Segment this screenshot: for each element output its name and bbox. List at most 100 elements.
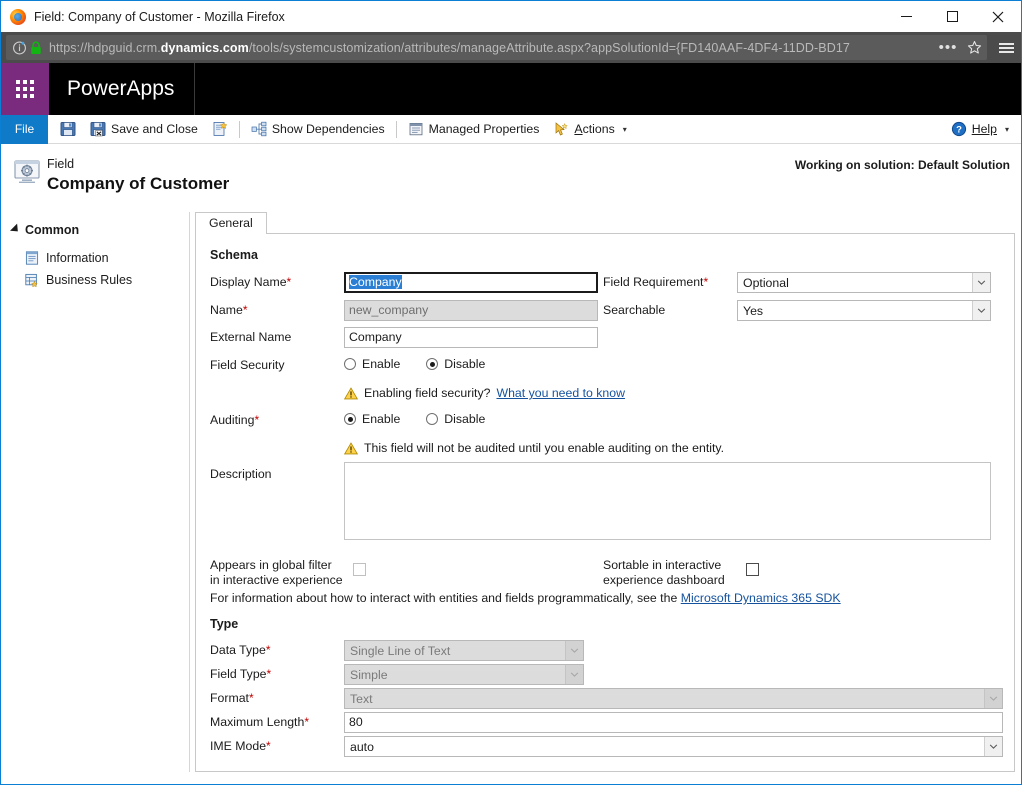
chevron-down-icon[interactable] [972, 301, 990, 320]
field-requirement-value: Optional [743, 275, 789, 290]
managed-properties-button[interactable]: Managed Properties [401, 115, 547, 144]
description-textarea[interactable] [344, 462, 991, 540]
file-tab[interactable]: File [1, 114, 48, 144]
field-security-warning: Enabling field security? What you need t… [344, 386, 625, 400]
chevron-down-icon[interactable] [984, 737, 1002, 756]
page-info-icon[interactable] [12, 40, 27, 55]
warning-icon [344, 386, 358, 399]
sidebar-item-business-rules[interactable]: Business Rules [24, 272, 132, 288]
browser-menu-button[interactable] [991, 35, 1021, 61]
powerapps-header: PowerApps [1, 63, 1021, 115]
bookmark-star-icon[interactable] [961, 35, 987, 61]
waffle-icon [16, 80, 34, 98]
maximum-length-value: 80 [349, 715, 363, 729]
new-field-button[interactable] [205, 115, 235, 144]
sidebar-item-information[interactable]: Information [24, 250, 109, 266]
window-title: Field: Company of Customer - Mozilla Fir… [34, 9, 285, 24]
required-star: * [248, 691, 254, 705]
url-text[interactable]: https://hdpguid.crm.dynamics.com/tools/s… [49, 41, 935, 55]
auditing-enable-label: Enable [362, 412, 401, 426]
firefox-logo-icon [10, 8, 26, 25]
name-label: Name* [210, 303, 248, 317]
global-filter-line1: Appears in global filter [210, 558, 332, 572]
page-actions-button[interactable]: ••• [935, 35, 961, 61]
minimize-button[interactable] [883, 1, 929, 32]
format-value: Text [350, 691, 373, 706]
product-name[interactable]: PowerApps [49, 63, 196, 115]
actions-menu-button[interactable]: Actions ▾ [546, 115, 633, 144]
chevron-down-icon [565, 665, 583, 684]
field-security-radio-group: Enable Disable [344, 357, 485, 371]
sortable-line2: experience dashboard [603, 573, 725, 587]
auditing-disable-radio[interactable] [426, 413, 439, 425]
tab-general[interactable]: General [195, 212, 267, 234]
required-star: * [242, 303, 248, 317]
field-security-warning-text: Enabling field security? [364, 386, 491, 400]
name-value: new_company [349, 303, 429, 317]
type-section-heading: Type [210, 617, 239, 631]
maximize-button[interactable] [929, 1, 975, 32]
ime-mode-select[interactable]: auto [344, 736, 1003, 757]
field-type-select: Simple [344, 664, 584, 685]
field-type-label: Field Type* [210, 667, 272, 681]
auditing-label: Auditing* [210, 413, 260, 427]
window-titlebar: Field: Company of Customer - Mozilla Fir… [1, 1, 1021, 32]
field-requirement-select[interactable]: Optional [737, 272, 991, 293]
url-subdomain: hdpguid.crm. [87, 40, 161, 55]
ime-mode-label: IME Mode* [210, 739, 271, 753]
searchable-select[interactable]: Yes [737, 300, 991, 321]
firefox-window: Field: Company of Customer - Mozilla Fir… [0, 0, 1022, 785]
save-and-close-label: Save and Close [111, 122, 198, 136]
business-rules-icon [25, 273, 38, 288]
searchable-value: Yes [743, 303, 764, 318]
address-bar[interactable]: https://hdpguid.crm.dynamics.com/tools/s… [6, 35, 987, 60]
what-you-need-to-know-link[interactable]: What you need to know [496, 386, 625, 400]
managed-properties-label: Managed Properties [428, 122, 540, 136]
auditing-warning: This field will not be audited until you… [344, 441, 724, 455]
searchable-label: Searchable [603, 303, 666, 317]
actions-caret-icon: ▾ [622, 124, 627, 134]
general-tab-panel: Schema Display Name* Company Field Requi… [195, 234, 1015, 772]
display-name-value: Company [349, 275, 402, 289]
nav-group-common[interactable]: Common [10, 223, 79, 237]
app-launcher-button[interactable] [1, 63, 49, 115]
actions-icon [556, 122, 569, 136]
chevron-down-icon[interactable] [972, 273, 990, 292]
required-star: * [286, 275, 292, 289]
lock-icon [31, 40, 41, 54]
field-security-enable-radio[interactable] [344, 358, 356, 370]
save-and-close-button[interactable]: Save and Close [83, 115, 205, 144]
data-type-value: Single Line of Text [350, 643, 451, 658]
sidebar-item-label: Business Rules [46, 273, 133, 287]
page-header: Field Company of Customer Working on sol… [1, 144, 1021, 212]
auditing-enable-radio[interactable] [344, 413, 356, 425]
help-caret-icon: ▾ [1004, 124, 1009, 134]
save-button[interactable] [48, 115, 83, 144]
help-button[interactable]: ? Help ▾ [944, 115, 1021, 144]
show-dependencies-button[interactable]: Show Dependencies [244, 115, 392, 144]
description-label: Description [210, 467, 272, 481]
page-kicker: Field [47, 157, 75, 171]
required-star: * [266, 739, 271, 753]
chevron-down-icon [565, 641, 583, 660]
sortable-checkbox[interactable] [746, 563, 759, 576]
name-input: new_company [344, 300, 598, 321]
save-and-close-icon [90, 122, 106, 137]
dynamics-sdk-link[interactable]: Microsoft Dynamics 365 SDK [681, 591, 841, 605]
maximum-length-input[interactable]: 80 [344, 712, 1003, 733]
global-filter-checkbox[interactable] [353, 563, 366, 576]
url-path: /tools/systemcustomization/attributes/ma… [248, 40, 850, 55]
required-star: * [254, 413, 260, 427]
sdk-note-text: For information about how to interact wi… [210, 591, 678, 605]
display-name-input[interactable]: Company [344, 272, 598, 293]
browser-navbar: https://hdpguid.crm.dynamics.com/tools/s… [1, 32, 1021, 63]
field-security-disable-radio[interactable] [426, 358, 439, 370]
global-filter-label: Appears in global filter in interactive … [210, 558, 343, 588]
save-icon [60, 122, 76, 136]
data-type-select: Single Line of Text [344, 640, 584, 661]
external-name-input[interactable]: Company [344, 327, 598, 348]
actions-label: Actions [574, 122, 615, 136]
dependencies-icon [251, 121, 267, 137]
close-button[interactable] [975, 1, 1021, 32]
global-filter-line2: in interactive experience [210, 573, 343, 587]
